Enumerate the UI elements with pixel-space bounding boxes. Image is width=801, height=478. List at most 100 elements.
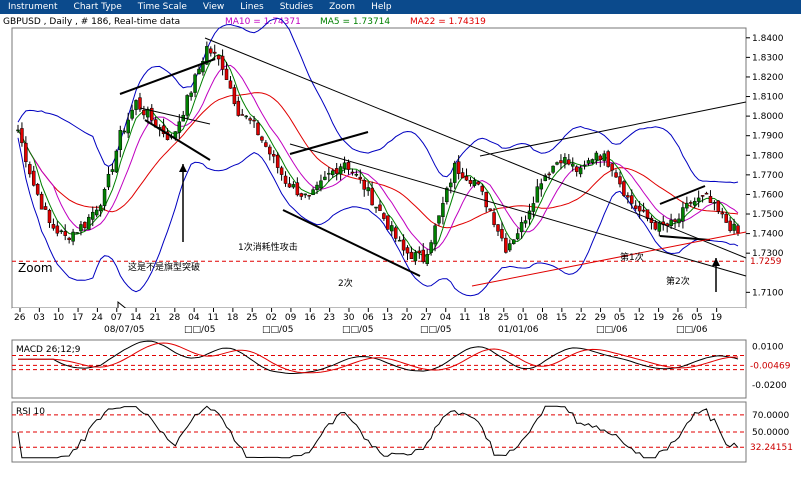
candle-body [653,222,658,230]
candle-body [102,189,107,206]
x-tick-label: 11 [459,313,470,323]
x-period-label: □□/05 [342,325,374,335]
candle-body [417,250,422,254]
candle-body [405,247,410,254]
symbol-header: GBPUSD , Daily , # 186, Real-time data [3,17,180,27]
candle-body [315,184,319,190]
candle-body [279,167,284,175]
candle-body [334,168,339,174]
candle-body [193,74,197,93]
price-panel[interactable] [11,27,747,309]
candle-body [342,162,347,169]
candle-body [598,155,603,161]
x-tick-label: 16 [304,313,316,323]
candle-body [563,157,567,164]
candle-body [429,242,433,253]
candle-body [240,114,245,116]
candle-body [409,251,414,260]
candle-body [476,181,481,185]
candle-body [500,229,504,239]
macd-panel[interactable] [11,339,747,399]
price-axis: 1.8400 1.8300 1.8200 1.8100 1.8000 1.7900 1.78… [746,34,784,298]
candle-body [531,203,536,212]
x-tick-label: 17 [72,313,83,323]
candle-body [138,97,142,110]
candle-body [704,192,709,195]
candle-body [708,196,713,203]
candle-body [177,121,182,133]
x-tick-label: 26 [14,313,26,323]
candle-body [43,206,48,210]
candle-body [511,239,516,244]
price-tick-label: 1.7100 [752,288,784,298]
candle-body [220,55,225,70]
price-tick-label: 1.7500 [752,210,784,220]
candle-body [527,210,532,220]
rsi-tick-label: 70.0000 [752,411,789,421]
candle-body [677,218,681,224]
price-tick-label: 1.8300 [752,53,784,63]
x-period-label: □□/06 [596,325,628,335]
candle-body [71,231,75,242]
x-axis: 26 03 10 17 24 07 14 21 28 04 11 18 25 02 09 16 23 30 06 13… [12,308,746,338]
candle-body [216,55,221,60]
candle-body [79,224,83,232]
menu-instrument[interactable]: Instrument [8,2,58,12]
candle-body [142,110,146,116]
candle-body [433,225,437,245]
x-period-label: 08/07/05 [104,325,144,335]
candle-body [630,195,634,204]
candle-body [692,201,697,206]
candle-body [370,187,374,206]
candle-body [582,164,587,167]
x-tick-label: 18 [478,313,490,323]
macd-title: MACD 26;12;9 [16,345,81,355]
candle-body [732,223,736,231]
candle-body [346,162,351,170]
menu-time-scale[interactable]: Time Scale [138,2,187,12]
x-tick-label: 22 [575,313,586,323]
menu-view[interactable]: View [203,2,224,12]
x-tick-label: 23 [324,313,335,323]
candle-body [338,166,343,175]
candle-body [362,179,366,190]
candle-body [460,172,465,179]
x-tick-label: 01 [517,313,528,323]
x-tick-label: 02 [266,313,277,323]
macd-tick-label: 0.0100 [752,342,784,352]
candle-body [146,109,150,118]
candle-body [594,152,599,161]
macd-value-label: -0.00469 [750,361,791,371]
x-tick-label: 13 [382,313,393,323]
x-tick-label: 06 [362,313,374,323]
candle-body [480,185,485,192]
candle-body [508,243,512,251]
candle-body [551,165,555,173]
x-tick-label: 30 [343,313,355,323]
candle-body [20,128,24,144]
candle-body [449,182,453,188]
candle-body [633,205,638,209]
menu-help[interactable]: Help [371,2,392,12]
annotation-first-attack: 1次消耗性攻击 [238,241,298,253]
x-tick-label: 05 [614,313,625,323]
candle-body [366,187,370,192]
menu-lines[interactable]: Lines [240,2,263,12]
candle-body [118,130,123,150]
candle-body [602,153,606,161]
menu-studies[interactable]: Studies [280,2,313,12]
candle-body [232,87,237,105]
annotation-second: 2次 [338,277,353,289]
candle-body [212,51,217,54]
candle-body [547,173,551,176]
candle-body [374,206,378,209]
candle-body [456,161,461,174]
chart-area[interactable]: GBPUSD , Daily , # 186, Real-time data M… [0,14,801,478]
menu-zoom[interactable]: Zoom [329,2,355,12]
candle-body [452,162,457,183]
menu-chart-type[interactable]: Chart Type [74,2,122,12]
candle-body [669,219,673,226]
candle-body [256,122,260,136]
candle-body [614,172,618,178]
candle-body [91,211,95,220]
